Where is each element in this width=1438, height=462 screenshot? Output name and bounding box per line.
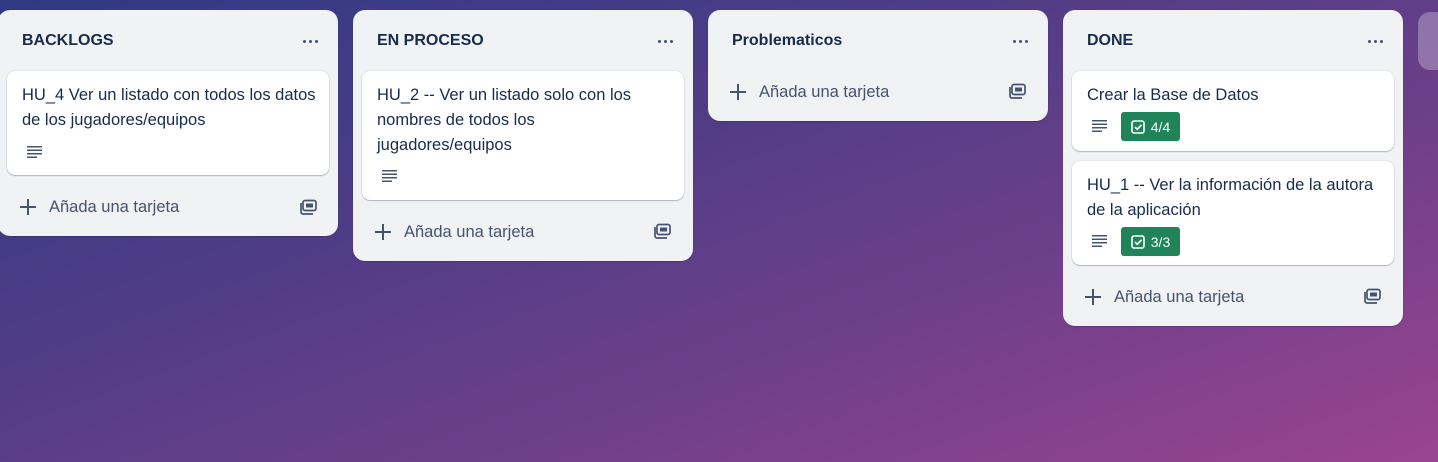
plus-icon bbox=[730, 84, 746, 100]
list-menu-button[interactable] bbox=[298, 36, 322, 46]
add-card-button[interactable]: Añada una tarjeta bbox=[7, 191, 286, 223]
checklist-count: 4/4 bbox=[1150, 118, 1171, 135]
card-template-icon[interactable] bbox=[1364, 287, 1382, 305]
list-menu-button[interactable] bbox=[1363, 36, 1387, 46]
list-menu-button[interactable] bbox=[653, 36, 677, 46]
plus-icon bbox=[1085, 289, 1101, 305]
card-template-icon[interactable] bbox=[300, 198, 318, 216]
list-header[interactable]: Problematicos bbox=[708, 10, 1048, 70]
add-card-label: Añada una tarjeta bbox=[404, 222, 535, 241]
list-title[interactable]: BACKLOGS bbox=[22, 32, 114, 50]
list-en-proceso: EN PROCESO HU_2 -- Ver un listado solo c… bbox=[353, 10, 693, 261]
card[interactable]: HU_1 -- Ver la información de la autora … bbox=[1072, 161, 1394, 265]
list-header[interactable]: BACKLOGS bbox=[0, 10, 338, 70]
list-menu-button[interactable] bbox=[1008, 36, 1032, 46]
description-icon bbox=[1092, 120, 1107, 132]
checkbox-icon bbox=[1130, 234, 1145, 249]
add-card-label: Añada una tarjeta bbox=[759, 82, 890, 101]
list-backlogs: BACKLOGS HU_4 Ver un listado con todos l… bbox=[0, 10, 338, 236]
list-title[interactable]: Problematicos bbox=[732, 32, 842, 50]
card-title: HU_4 Ver un listado con todos los datos … bbox=[22, 86, 316, 129]
checklist-badge: 3/3 bbox=[1121, 227, 1180, 256]
card[interactable]: Crear la Base de Datos 4/4 bbox=[1072, 71, 1394, 151]
add-card-button[interactable]: Añada una tarjeta bbox=[362, 216, 641, 248]
description-icon bbox=[382, 170, 397, 182]
checkbox-icon bbox=[1130, 119, 1145, 134]
card-title: HU_2 -- Ver un listado solo con los nomb… bbox=[377, 86, 632, 154]
checklist-count: 3/3 bbox=[1150, 233, 1171, 250]
board: BACKLOGS HU_4 Ver un listado con todos l… bbox=[0, 0, 1438, 462]
card[interactable]: HU_4 Ver un listado con todos los datos … bbox=[7, 71, 329, 175]
description-icon bbox=[27, 146, 42, 158]
list-done: DONE Crear la Base de Datos 4/4 HU_1 -- … bbox=[1063, 10, 1403, 326]
add-card-button[interactable]: Añada una tarjeta bbox=[717, 76, 996, 108]
card-title: HU_1 -- Ver la información de la autora … bbox=[1087, 176, 1374, 219]
list-title[interactable]: EN PROCESO bbox=[377, 32, 484, 50]
add-card-label: Añada una tarjeta bbox=[49, 197, 180, 216]
list-header[interactable]: DONE bbox=[1063, 10, 1403, 70]
plus-icon bbox=[375, 224, 391, 240]
add-card-label: Añada una tarjeta bbox=[1114, 287, 1245, 306]
checklist-badge: 4/4 bbox=[1121, 112, 1180, 141]
add-list-button[interactable] bbox=[1418, 12, 1438, 70]
card[interactable]: HU_2 -- Ver un listado solo con los nomb… bbox=[362, 71, 684, 200]
list-problematicos: Problematicos Añada una tarjeta bbox=[708, 10, 1048, 121]
card-template-icon[interactable] bbox=[1009, 82, 1027, 100]
add-card-button[interactable]: Añada una tarjeta bbox=[1072, 281, 1351, 313]
plus-icon bbox=[20, 199, 36, 215]
card-title: Crear la Base de Datos bbox=[1087, 86, 1259, 104]
list-title[interactable]: DONE bbox=[1087, 32, 1133, 50]
list-header[interactable]: EN PROCESO bbox=[353, 10, 693, 70]
card-template-icon[interactable] bbox=[654, 222, 672, 240]
description-icon bbox=[1092, 235, 1107, 247]
